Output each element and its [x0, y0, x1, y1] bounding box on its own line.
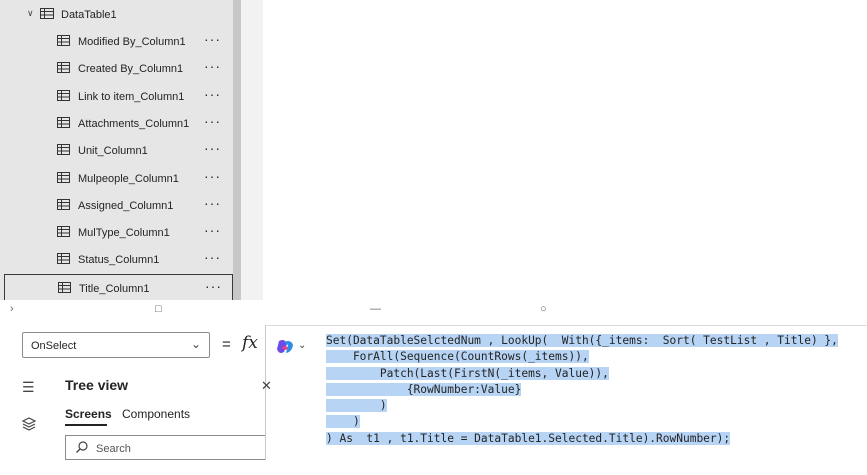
chevron-down-icon: ⌄ [190, 337, 201, 351]
hamburger-icon[interactable]: ☰ [22, 379, 35, 396]
tree-node-label: Modified By_Column1 [78, 36, 186, 48]
code-line: Set(DataTableSelctedNum , LookUp( With({… [326, 334, 838, 347]
tree-node-column[interactable]: Link to item_Column1 ··· [4, 83, 233, 110]
tree-node-column[interactable]: Attachments_Column1 ··· [4, 110, 233, 137]
tree-node-label: Mulpeople_Column1 [78, 172, 179, 185]
code-line: ForAll(Sequence(CountRows(_items)), [326, 350, 589, 364]
tree-node-datatable1[interactable]: ∨ DataTable1 [0, 0, 233, 28]
more-options-icon[interactable]: ··· [204, 58, 221, 74]
table-column-icon [57, 89, 70, 101]
table-column-icon [57, 226, 70, 238]
more-options-icon[interactable]: ··· [204, 222, 221, 238]
close-icon[interactable]: ✕ [261, 378, 272, 394]
toolbar-cut-off: › □ — ○ [0, 300, 867, 316]
property-value: OnSelect [31, 340, 77, 352]
tree-node-label: MulType_Column1 [78, 227, 170, 240]
code-line: ) [326, 399, 387, 413]
fx-icon[interactable]: fx [242, 333, 258, 353]
table-column-icon [57, 116, 70, 128]
table-column-icon [57, 198, 70, 210]
active-tab-indicator [65, 424, 107, 426]
tree-node-column[interactable]: Modified By_Column1 ··· [4, 28, 233, 55]
tree-view-title: Tree view [65, 377, 129, 393]
panel-scrollbar[interactable] [233, 0, 241, 300]
more-options-icon[interactable]: ··· [204, 249, 221, 265]
table-column-icon [57, 35, 70, 46]
panel-gutter [241, 0, 263, 300]
table-column-icon [57, 62, 70, 74]
code-line: ) [326, 415, 360, 429]
table-icon [40, 8, 54, 19]
equals-sign: = [222, 336, 231, 353]
more-options-icon[interactable]: ··· [204, 195, 221, 211]
code-line: {RowNumber:Value} [326, 382, 522, 396]
property-dropdown[interactable]: OnSelect ⌄ [22, 332, 210, 358]
more-options-icon[interactable]: ··· [204, 140, 221, 156]
search-icon [76, 441, 88, 453]
tree-node-label: Attachments_Column1 [78, 117, 190, 130]
tree-node-label: Link to item_Column1 [78, 90, 185, 103]
search-placeholder: Search [96, 443, 131, 455]
tree-node-label: Assigned_Column1 [78, 199, 174, 212]
tree-node-label: Title_Column1 [79, 282, 150, 295]
tree-node-column[interactable]: MulType_Column1 ··· [4, 219, 233, 246]
more-options-icon[interactable]: ··· [204, 31, 221, 47]
tree-node-column[interactable]: Unit_Column1 ··· [4, 137, 233, 164]
tree-node-column[interactable]: Assigned_Column1 ··· [4, 192, 233, 219]
tree-node-label: DataTable1 [61, 9, 117, 21]
tree-node-label: Unit_Column1 [78, 145, 148, 158]
tree-node-column[interactable]: Status_Column1 ··· [4, 246, 233, 273]
tree-node-label: Status_Column1 [78, 254, 160, 267]
more-options-icon[interactable]: ··· [204, 113, 221, 129]
chevron-down-icon[interactable]: ⌄ [298, 340, 306, 351]
search-input[interactable] [65, 435, 265, 460]
table-column-icon [57, 144, 70, 156]
tree-node-column[interactable]: Created By_Column1 ··· [4, 55, 233, 82]
tree-node-label: Created By_Column1 [78, 63, 184, 76]
formula-code[interactable]: Set(DataTableSelctedNum , LookUp( With({… [326, 333, 838, 447]
layers-icon[interactable] [21, 416, 37, 432]
table-column-icon [58, 281, 71, 293]
tree-node-column[interactable]: Mulpeople_Column1 ··· [4, 165, 233, 192]
chevron-down-icon[interactable]: ∨ [27, 8, 34, 19]
more-options-icon[interactable]: ··· [204, 86, 221, 102]
copilot-icon[interactable] [276, 339, 294, 355]
bottom-toolbar-cut-off [265, 460, 867, 475]
table-column-icon [57, 171, 70, 183]
more-options-icon[interactable]: ··· [204, 168, 221, 184]
more-options-icon[interactable]: ··· [205, 278, 222, 294]
code-line: ) As t1 , t1.Title = DataTable1.Selected… [326, 431, 731, 445]
code-line: Patch(Last(FirstN(_items, Value)), [326, 366, 609, 380]
tab-components[interactable]: Components [122, 407, 190, 421]
tab-screens[interactable]: Screens [65, 407, 112, 421]
table-column-icon [57, 253, 70, 265]
tree-node-column[interactable]: Title_Column1 ··· [4, 273, 233, 301]
